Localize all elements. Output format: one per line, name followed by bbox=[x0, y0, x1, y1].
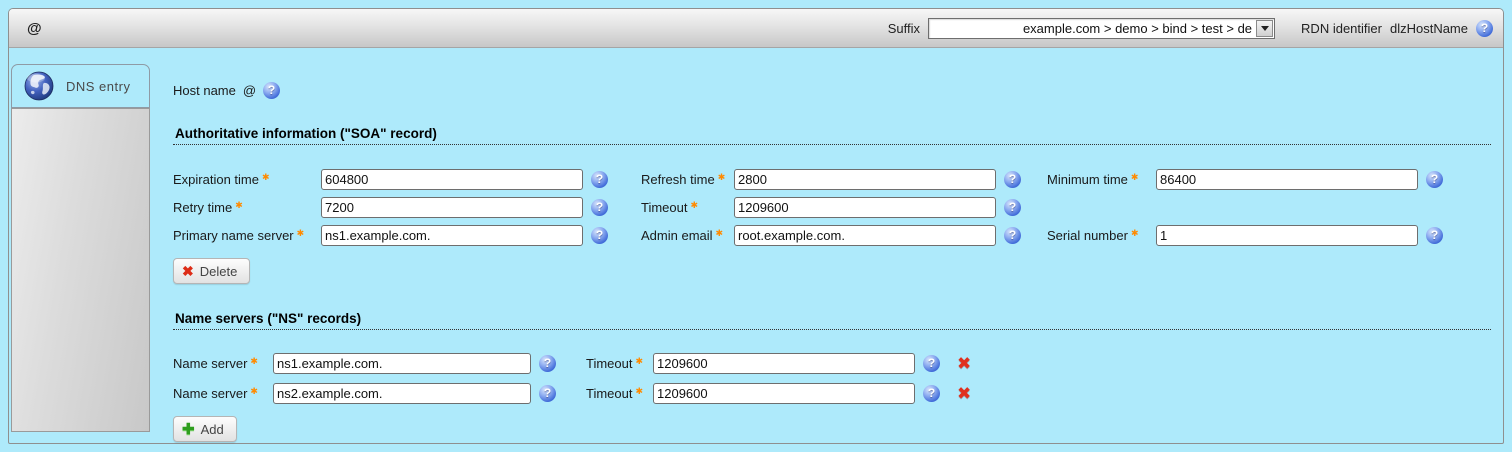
section-heading-soa: Authoritative information ("SOA" record) bbox=[173, 126, 1491, 145]
delete-button-label: Delete bbox=[200, 264, 238, 279]
field-label-minimum-time: Minimum time✱ bbox=[1047, 172, 1156, 187]
soa-fields-grid: Expiration time✱ ? Refresh time✱ ? Minim… bbox=[173, 169, 1499, 246]
required-icon: ✱ bbox=[235, 200, 243, 210]
retry-time-input[interactable] bbox=[321, 197, 583, 218]
required-icon: ✱ bbox=[1131, 228, 1139, 238]
soa-timeout-input[interactable] bbox=[734, 197, 996, 218]
field-label-refresh-time: Refresh time✱ bbox=[641, 172, 734, 187]
field-cell: ? bbox=[273, 353, 586, 374]
help-icon[interactable]: ? bbox=[923, 385, 940, 402]
field-cell: ? bbox=[653, 383, 953, 404]
add-plus-icon: ✚ bbox=[182, 422, 195, 437]
host-name-row: Host name @ ? bbox=[173, 82, 1499, 99]
field-label-retry-time: Retry time✱ bbox=[173, 200, 321, 215]
help-icon[interactable]: ? bbox=[591, 227, 608, 244]
help-icon[interactable]: ? bbox=[539, 385, 556, 402]
field-cell: ? bbox=[734, 225, 1047, 246]
delete-row-icon[interactable]: ✖ bbox=[953, 354, 993, 374]
ns-records-grid: Name server✱ ? Timeout✱ ? ✖ Name server✱… bbox=[173, 353, 1499, 404]
add-button[interactable]: ✚ Add bbox=[173, 416, 237, 442]
host-name-value: @ bbox=[243, 83, 256, 98]
help-icon[interactable]: ? bbox=[539, 355, 556, 372]
admin-email-input[interactable] bbox=[734, 225, 996, 246]
tab-dns-entry-label: DNS entry bbox=[66, 79, 130, 94]
help-icon[interactable]: ? bbox=[923, 355, 940, 372]
main-content: Host name @ ? Authoritative information … bbox=[173, 56, 1499, 442]
required-icon: ✱ bbox=[716, 228, 724, 238]
required-icon: ✱ bbox=[690, 200, 698, 210]
help-icon[interactable]: ? bbox=[263, 82, 280, 99]
ns-label-2: Name server✱ bbox=[173, 386, 273, 401]
field-cell: ? bbox=[321, 225, 641, 246]
tab-dns-entry[interactable]: DNS entry bbox=[11, 64, 150, 108]
required-icon: ✱ bbox=[1131, 172, 1139, 182]
name-server-2-input[interactable] bbox=[273, 383, 531, 404]
field-label-admin-email: Admin email✱ bbox=[641, 228, 734, 243]
help-icon[interactable]: ? bbox=[1426, 171, 1443, 188]
field-label-serial-number: Serial number✱ bbox=[1047, 228, 1156, 243]
help-icon[interactable]: ? bbox=[591, 171, 608, 188]
field-cell: ? bbox=[321, 169, 641, 190]
globe-icon bbox=[24, 71, 54, 101]
suffix-label: Suffix bbox=[888, 21, 920, 36]
ns-label-1: Name server✱ bbox=[173, 356, 273, 371]
required-icon: ✱ bbox=[635, 356, 643, 366]
required-icon: ✱ bbox=[718, 172, 726, 182]
required-icon: ✱ bbox=[250, 386, 258, 396]
primary-name-server-input[interactable] bbox=[321, 225, 583, 246]
ns-timeout-label-2: Timeout✱ bbox=[586, 386, 653, 401]
refresh-time-input[interactable] bbox=[734, 169, 996, 190]
host-name-label: Host name bbox=[173, 83, 236, 98]
field-cell: ? bbox=[273, 383, 586, 404]
sidebar-panel bbox=[11, 108, 150, 432]
field-label-expiration-time: Expiration time✱ bbox=[173, 172, 321, 187]
expiration-time-input[interactable] bbox=[321, 169, 583, 190]
field-cell: ? bbox=[653, 353, 953, 374]
sidebar: DNS entry bbox=[11, 56, 150, 432]
ns-timeout-2-input[interactable] bbox=[653, 383, 915, 404]
entry-title: @ bbox=[27, 20, 42, 37]
field-label-primary-name-server: Primary name server✱ bbox=[173, 228, 321, 243]
rdn-identifier-value: dlzHostName bbox=[1390, 21, 1468, 36]
suffix-select-value: example.com > demo > bind > test > de bbox=[929, 21, 1256, 36]
field-cell: ? bbox=[1156, 225, 1499, 246]
field-cell: ? bbox=[321, 197, 641, 218]
help-icon[interactable]: ? bbox=[591, 199, 608, 216]
field-cell: ? bbox=[734, 197, 1047, 218]
serial-number-input[interactable] bbox=[1156, 225, 1418, 246]
add-button-label: Add bbox=[201, 422, 224, 437]
required-icon: ✱ bbox=[250, 356, 258, 366]
help-icon[interactable]: ? bbox=[1476, 20, 1493, 37]
required-icon: ✱ bbox=[262, 172, 270, 182]
delete-button[interactable]: ✖ Delete bbox=[173, 258, 250, 284]
dns-entry-window: @ Suffix example.com > demo > bind > tes… bbox=[8, 8, 1504, 444]
help-icon[interactable]: ? bbox=[1004, 199, 1021, 216]
required-icon: ✱ bbox=[635, 386, 643, 396]
rdn-identifier-label: RDN identifier bbox=[1301, 21, 1382, 36]
title-bar: @ Suffix example.com > demo > bind > tes… bbox=[9, 9, 1503, 48]
section-heading-ns: Name servers ("NS" records) bbox=[173, 311, 1491, 330]
name-server-1-input[interactable] bbox=[273, 353, 531, 374]
ns-timeout-label-1: Timeout✱ bbox=[586, 356, 653, 371]
help-icon[interactable]: ? bbox=[1004, 227, 1021, 244]
minimum-time-input[interactable] bbox=[1156, 169, 1418, 190]
suffix-select[interactable]: example.com > demo > bind > test > de bbox=[928, 18, 1275, 39]
required-icon: ✱ bbox=[297, 228, 305, 238]
field-cell: ? bbox=[1156, 169, 1499, 190]
delete-row-icon[interactable]: ✖ bbox=[953, 384, 993, 404]
help-icon[interactable]: ? bbox=[1004, 171, 1021, 188]
title-bar-right: Suffix example.com > demo > bind > test … bbox=[888, 18, 1493, 39]
help-icon[interactable]: ? bbox=[1426, 227, 1443, 244]
delete-x-icon: ✖ bbox=[182, 264, 194, 278]
field-cell: ? bbox=[734, 169, 1047, 190]
ns-timeout-1-input[interactable] bbox=[653, 353, 915, 374]
dropdown-arrow-icon[interactable] bbox=[1256, 20, 1273, 37]
field-label-timeout: Timeout✱ bbox=[641, 200, 734, 215]
